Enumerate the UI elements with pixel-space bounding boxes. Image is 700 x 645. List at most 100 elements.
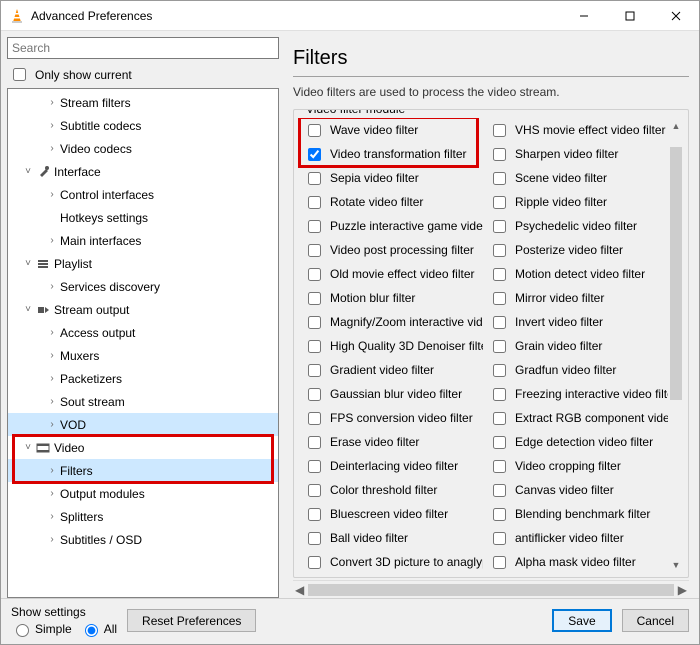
filter-checkbox[interactable] <box>308 172 321 185</box>
filter-video-post-processing-filter[interactable]: Video post processing filter <box>298 238 483 262</box>
filter-grain-video-filter[interactable]: Grain video filter <box>483 334 668 358</box>
filter-wave-video-filter[interactable]: Wave video filter <box>298 118 483 142</box>
filter-old-movie-effect-video-filter[interactable]: Old movie effect video filter <box>298 262 483 286</box>
filter-scene-video-filter[interactable]: Scene video filter <box>483 166 668 190</box>
filter-magnify-zoom-interactive-video-filter[interactable]: Magnify/Zoom interactive video filter <box>298 310 483 334</box>
search-input[interactable] <box>7 37 279 59</box>
tree-item-access-output[interactable]: ›Access output <box>8 321 278 344</box>
filter-rotate-video-filter[interactable]: Rotate video filter <box>298 190 483 214</box>
tree-item-stream-output[interactable]: ˅Stream output <box>8 298 278 321</box>
filter-checkbox[interactable] <box>308 196 321 209</box>
filter-checkbox[interactable] <box>493 268 506 281</box>
tree-item-interface[interactable]: ˅Interface <box>8 160 278 183</box>
filter-high-quality-3d-denoiser-filter[interactable]: High Quality 3D Denoiser filter <box>298 334 483 358</box>
filter-checkbox[interactable] <box>493 436 506 449</box>
filter-freezing-interactive-video-filter[interactable]: Freezing interactive video filter <box>483 382 668 406</box>
tree-item-sout-stream[interactable]: ›Sout stream <box>8 390 278 413</box>
radio-simple[interactable]: Simple <box>11 621 72 637</box>
tree-item-control-interfaces[interactable]: ›Control interfaces <box>8 183 278 206</box>
filter-alpha-mask-video-filter[interactable]: Alpha mask video filter <box>483 550 668 573</box>
tree-item-services-discovery[interactable]: ›Services discovery <box>8 275 278 298</box>
filter-gradfun-video-filter[interactable]: Gradfun video filter <box>483 358 668 382</box>
vertical-scrollbar[interactable]: ▲ ▼ <box>668 118 684 573</box>
filter-checkbox[interactable] <box>493 388 506 401</box>
filter-checkbox[interactable] <box>493 340 506 353</box>
filter-checkbox[interactable] <box>308 532 321 545</box>
filter-blending-benchmark-filter[interactable]: Blending benchmark filter <box>483 502 668 526</box>
cancel-button[interactable]: Cancel <box>622 609 689 632</box>
filter-checkbox[interactable] <box>493 124 506 137</box>
filter-checkbox[interactable] <box>308 292 321 305</box>
filter-checkbox[interactable] <box>308 484 321 497</box>
scroll-down-icon[interactable]: ▼ <box>668 557 684 573</box>
filter-checkbox[interactable] <box>493 460 506 473</box>
filter-checkbox[interactable] <box>493 532 506 545</box>
filter-erase-video-filter[interactable]: Erase video filter <box>298 430 483 454</box>
filter-mirror-video-filter[interactable]: Mirror video filter <box>483 286 668 310</box>
filter-canvas-video-filter[interactable]: Canvas video filter <box>483 478 668 502</box>
filter-checkbox[interactable] <box>493 316 506 329</box>
filter-convert-3d-picture-to-anaglyph-image-video-filter[interactable]: Convert 3D picture to anaglyph image vid… <box>298 550 483 573</box>
only-show-current-checkbox[interactable] <box>13 68 26 81</box>
tree-item-muxers[interactable]: ›Muxers <box>8 344 278 367</box>
filter-posterize-video-filter[interactable]: Posterize video filter <box>483 238 668 262</box>
radio-all[interactable]: All <box>80 621 117 637</box>
filter-checkbox[interactable] <box>493 484 506 497</box>
filter-checkbox[interactable] <box>493 244 506 257</box>
tree-item-main-interfaces[interactable]: ›Main interfaces <box>8 229 278 252</box>
filter-deinterlacing-video-filter[interactable]: Deinterlacing video filter <box>298 454 483 478</box>
filter-checkbox[interactable] <box>493 412 506 425</box>
filter-gaussian-blur-video-filter[interactable]: Gaussian blur video filter <box>298 382 483 406</box>
scroll-left-icon[interactable]: ◀ <box>295 583 304 597</box>
horizontal-scrollbar[interactable]: ◀ ▶ <box>293 580 689 598</box>
only-show-current[interactable]: Only show current <box>9 65 279 84</box>
filter-checkbox[interactable] <box>308 148 321 161</box>
tree-item-stream-filters[interactable]: ›Stream filters <box>8 91 278 114</box>
filter-checkbox[interactable] <box>493 172 506 185</box>
filter-checkbox[interactable] <box>308 220 321 233</box>
minimize-button[interactable] <box>561 1 607 31</box>
scroll-up-icon[interactable]: ▲ <box>668 118 684 134</box>
tree-item-packetizers[interactable]: ›Packetizers <box>8 367 278 390</box>
tree-item-filters[interactable]: ›Filters <box>8 459 278 482</box>
filter-video-cropping-filter[interactable]: Video cropping filter <box>483 454 668 478</box>
filter-puzzle-interactive-game-video-filter[interactable]: Puzzle interactive game video filter <box>298 214 483 238</box>
tree-item-splitters[interactable]: ›Splitters <box>8 505 278 528</box>
filter-video-transformation-filter[interactable]: Video transformation filter <box>298 142 483 166</box>
filter-sharpen-video-filter[interactable]: Sharpen video filter <box>483 142 668 166</box>
filter-checkbox[interactable] <box>308 244 321 257</box>
tree-item-hotkeys-settings[interactable]: Hotkeys settings <box>8 206 278 229</box>
tree-item-vod[interactable]: ›VOD <box>8 413 278 436</box>
filter-invert-video-filter[interactable]: Invert video filter <box>483 310 668 334</box>
filter-checkbox[interactable] <box>493 220 506 233</box>
filter-motion-blur-filter[interactable]: Motion blur filter <box>298 286 483 310</box>
filter-fps-conversion-video-filter[interactable]: FPS conversion video filter <box>298 406 483 430</box>
filter-checkbox[interactable] <box>308 364 321 377</box>
filter-checkbox[interactable] <box>308 556 321 569</box>
filter-checkbox[interactable] <box>308 124 321 137</box>
filter-checkbox[interactable] <box>493 556 506 569</box>
reset-button[interactable]: Reset Preferences <box>127 609 256 632</box>
filter-checkbox[interactable] <box>308 436 321 449</box>
filter-ripple-video-filter[interactable]: Ripple video filter <box>483 190 668 214</box>
filter-antiflicker-video-filter[interactable]: antiflicker video filter <box>483 526 668 550</box>
tree-item-subtitles-osd[interactable]: ›Subtitles / OSD <box>8 528 278 551</box>
tree-item-video[interactable]: ˅Video <box>8 436 278 459</box>
tree-item-playlist[interactable]: ˅Playlist <box>8 252 278 275</box>
tree-item-subtitle-codecs[interactable]: ›Subtitle codecs <box>8 114 278 137</box>
filter-color-threshold-filter[interactable]: Color threshold filter <box>298 478 483 502</box>
preferences-tree[interactable]: ›Stream filters›Subtitle codecs›Video co… <box>7 88 279 598</box>
close-button[interactable] <box>653 1 699 31</box>
tree-item-output-modules[interactable]: ›Output modules <box>8 482 278 505</box>
filter-checkbox[interactable] <box>308 268 321 281</box>
scroll-right-icon[interactable]: ▶ <box>678 583 687 597</box>
filter-gradient-video-filter[interactable]: Gradient video filter <box>298 358 483 382</box>
filter-checkbox[interactable] <box>493 508 506 521</box>
filter-ball-video-filter[interactable]: Ball video filter <box>298 526 483 550</box>
filter-bluescreen-video-filter[interactable]: Bluescreen video filter <box>298 502 483 526</box>
filter-sepia-video-filter[interactable]: Sepia video filter <box>298 166 483 190</box>
filter-checkbox[interactable] <box>308 460 321 473</box>
maximize-button[interactable] <box>607 1 653 31</box>
filter-motion-detect-video-filter[interactable]: Motion detect video filter <box>483 262 668 286</box>
filter-checkbox[interactable] <box>308 388 321 401</box>
